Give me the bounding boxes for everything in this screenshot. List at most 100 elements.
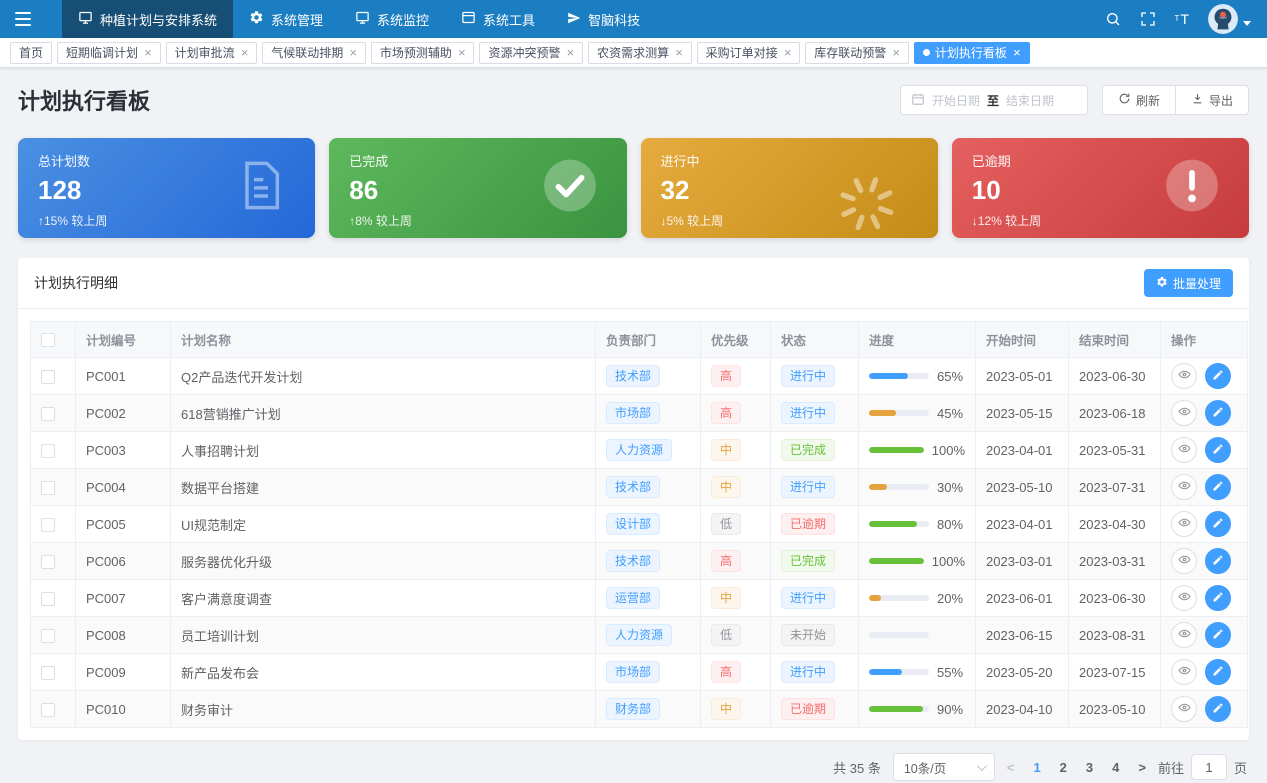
- page-button[interactable]: 3: [1086, 760, 1093, 775]
- view-button[interactable]: [1171, 437, 1197, 463]
- row-checkbox[interactable]: [41, 370, 55, 384]
- edit-button[interactable]: [1205, 622, 1231, 648]
- prev-page-button[interactable]: <: [1007, 760, 1015, 775]
- stat-card-in-progress: 进行中 32 ↓5% 较上周: [641, 138, 938, 238]
- tab-item-0[interactable]: 首页: [10, 42, 52, 64]
- tab-close-icon[interactable]: ×: [892, 46, 900, 59]
- progress-value: 100%: [932, 554, 965, 569]
- user-avatar[interactable]: [1208, 4, 1251, 34]
- view-button[interactable]: [1171, 696, 1197, 722]
- nav-item-system-tools[interactable]: 系统工具: [445, 0, 551, 38]
- row-checkbox[interactable]: [41, 703, 55, 717]
- page-button[interactable]: 2: [1060, 760, 1067, 775]
- hamburger-menu-icon[interactable]: [0, 0, 46, 38]
- tab-item-8[interactable]: 库存联动预警×: [805, 42, 909, 64]
- detail-panel: 计划执行明细 批量处理 计划编号 计划名称 负责部门 优先级: [18, 258, 1249, 740]
- row-checkbox[interactable]: [41, 444, 55, 458]
- view-button[interactable]: [1171, 659, 1197, 685]
- nav-item-system-monitor[interactable]: 系统监控: [339, 0, 445, 38]
- pencil-icon: [1212, 554, 1224, 569]
- table-row: PC010财务审计财务部中已逾期90%2023-04-102023-05-10: [31, 691, 1248, 728]
- font-size-icon[interactable]: TT: [1175, 12, 1189, 26]
- department-tag: 技术部: [606, 476, 660, 498]
- view-button[interactable]: [1171, 511, 1197, 537]
- search-icon[interactable]: [1105, 11, 1121, 27]
- tab-item-9[interactable]: 计划执行看板×: [914, 42, 1030, 64]
- col-end-date: 结束时间: [1069, 322, 1161, 358]
- table-row: PC007客户满意度调查运营部中进行中20%2023-06-012023-06-…: [31, 580, 1248, 617]
- view-button[interactable]: [1171, 400, 1197, 426]
- nav-menu: 种植计划与安排系统 系统管理 系统监控 系统工具 智脑科技: [62, 0, 656, 38]
- priority-tag: 低: [711, 624, 741, 646]
- tab-close-icon[interactable]: ×: [241, 46, 249, 59]
- row-checkbox[interactable]: [41, 629, 55, 643]
- row-checkbox[interactable]: [41, 481, 55, 495]
- view-button[interactable]: [1171, 363, 1197, 389]
- pencil-icon: [1212, 628, 1224, 643]
- row-checkbox[interactable]: [41, 407, 55, 421]
- tab-item-3[interactable]: 气候联动排期×: [262, 42, 366, 64]
- tab-item-5[interactable]: 资源冲突预警×: [479, 42, 583, 64]
- export-button[interactable]: 导出: [1175, 86, 1248, 114]
- page-button[interactable]: 1: [1033, 760, 1040, 775]
- tab-close-icon[interactable]: ×: [144, 46, 152, 59]
- edit-button[interactable]: [1205, 363, 1231, 389]
- tab-item-1[interactable]: 短期临调计划×: [57, 42, 161, 64]
- pencil-icon: [1212, 702, 1224, 717]
- start-date-input[interactable]: 开始日期: [932, 92, 980, 109]
- page-button[interactable]: 4: [1112, 760, 1119, 775]
- tab-close-icon[interactable]: ×: [566, 46, 574, 59]
- tab-close-icon[interactable]: ×: [349, 46, 357, 59]
- download-icon: [1191, 92, 1204, 108]
- table-row: PC001Q2产品迭代开发计划技术部高进行中65%2023-05-012023-…: [31, 358, 1248, 395]
- edit-button[interactable]: [1205, 511, 1231, 537]
- row-checkbox[interactable]: [41, 555, 55, 569]
- tab-item-4[interactable]: 市场预测辅助×: [371, 42, 475, 64]
- tab-item-2[interactable]: 计划审批流×: [166, 42, 258, 64]
- tab-item-6[interactable]: 农资需求测算×: [588, 42, 692, 64]
- edit-button[interactable]: [1205, 400, 1231, 426]
- department-tag: 市场部: [606, 661, 660, 683]
- row-checkbox[interactable]: [41, 666, 55, 680]
- date-range-picker[interactable]: 开始日期 至 结束日期: [900, 85, 1088, 115]
- edit-button[interactable]: [1205, 474, 1231, 500]
- edit-button[interactable]: [1205, 585, 1231, 611]
- tab-item-7[interactable]: 采购订单对接×: [697, 42, 801, 64]
- department-tag: 技术部: [606, 365, 660, 387]
- edit-button[interactable]: [1205, 437, 1231, 463]
- goto-page-input[interactable]: [1191, 754, 1227, 780]
- edit-button[interactable]: [1205, 696, 1231, 722]
- edit-button[interactable]: [1205, 548, 1231, 574]
- page-size-select[interactable]: 10条/页: [893, 753, 995, 781]
- row-checkbox[interactable]: [41, 592, 55, 606]
- tab-close-icon[interactable]: ×: [1013, 46, 1021, 59]
- select-all-checkbox[interactable]: [41, 333, 55, 347]
- start-date: 2023-04-01: [976, 506, 1069, 543]
- view-button[interactable]: [1171, 622, 1197, 648]
- stat-card-total: 总计划数 128 ↑15% 较上周: [18, 138, 315, 238]
- warning-icon: [1161, 155, 1223, 222]
- fullscreen-icon[interactable]: [1140, 11, 1156, 27]
- nav-item-planting-system[interactable]: 种植计划与安排系统: [62, 0, 233, 38]
- edit-button[interactable]: [1205, 659, 1231, 685]
- row-checkbox[interactable]: [41, 518, 55, 532]
- tab-close-icon[interactable]: ×: [458, 46, 466, 59]
- plan-code: PC005: [76, 506, 171, 543]
- batch-process-button[interactable]: 批量处理: [1144, 269, 1233, 297]
- nav-item-system-admin[interactable]: 系统管理: [233, 0, 339, 38]
- progress-bar: 100%: [869, 554, 965, 569]
- view-button[interactable]: [1171, 548, 1197, 574]
- refresh-button[interactable]: 刷新: [1103, 86, 1175, 114]
- next-page-button[interactable]: >: [1138, 760, 1146, 775]
- pencil-icon: [1212, 480, 1224, 495]
- view-button[interactable]: [1171, 474, 1197, 500]
- tab-close-icon[interactable]: ×: [784, 46, 792, 59]
- plan-name: 财务审计: [171, 691, 596, 728]
- tab-close-icon[interactable]: ×: [675, 46, 683, 59]
- plan-name: 618营销推广计划: [171, 395, 596, 432]
- end-date-input[interactable]: 结束日期: [1006, 92, 1054, 109]
- nav-item-ai-tech[interactable]: 智脑科技: [551, 0, 656, 38]
- date-separator: 至: [987, 92, 999, 109]
- priority-tag: 高: [711, 365, 741, 387]
- view-button[interactable]: [1171, 585, 1197, 611]
